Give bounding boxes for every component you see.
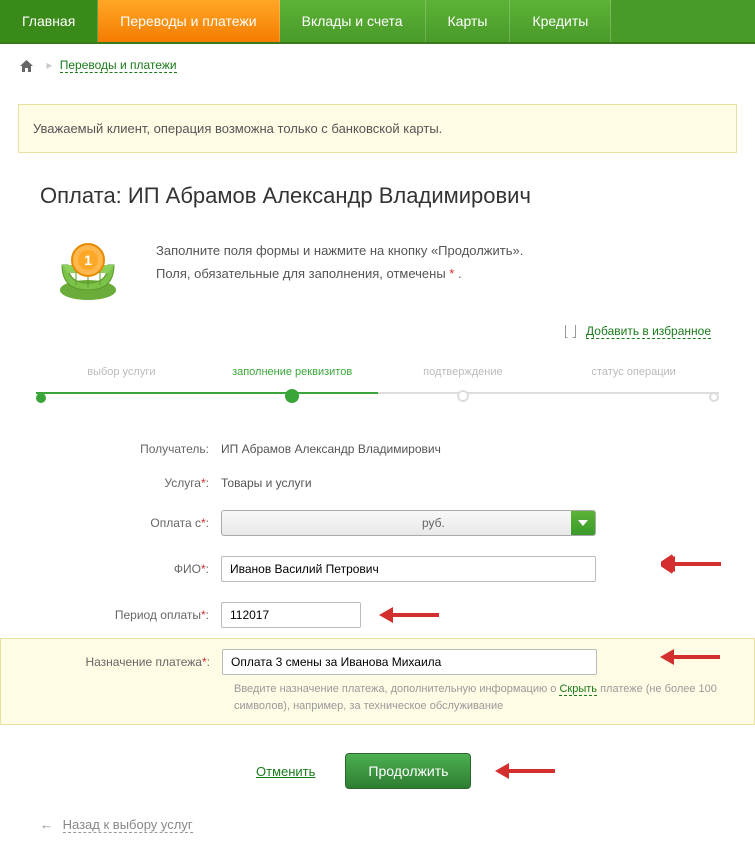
cancel-link[interactable]: Отменить (256, 764, 315, 779)
notice-banner: Уважаемый клиент, операция возможна толь… (18, 104, 737, 153)
step-4: статус операции (548, 366, 719, 396)
back-link[interactable]: Назад к выбору услуг (63, 817, 193, 833)
label-recipient: Получатель: (36, 442, 221, 456)
row-service: Услуга*: Товары и услуги (36, 466, 719, 500)
form-actions: Отменить Продолжить (36, 725, 719, 811)
continue-button[interactable]: Продолжить (345, 753, 471, 789)
page-title: Оплата: ИП Абрамов Александр Владимирови… (0, 177, 755, 235)
period-input[interactable] (221, 602, 361, 628)
cart-icon: 1 (48, 235, 128, 305)
bookmark-icon (565, 325, 576, 338)
payment-form: Получатель: ИП Абрамов Александр Владими… (0, 432, 755, 811)
intro-block: 1 Заполните поля формы и нажмите на кноп… (0, 235, 755, 305)
fio-input[interactable] (221, 556, 596, 582)
step-1: выбор услуги (36, 366, 207, 396)
nav-transfers[interactable]: Переводы и платежи (98, 0, 279, 42)
favorite-row: Добавить в избранное (0, 323, 755, 352)
stepper: выбор услуги заполнение реквизитов подтв… (36, 366, 719, 402)
top-nav: Главная Переводы и платежи Вклады и счет… (0, 0, 755, 44)
row-period: Период оплаты*: (36, 592, 719, 638)
label-purpose: Назначение платежа*: (37, 655, 222, 669)
arrow-pointer-icon (661, 554, 721, 574)
dropdown-toggle-icon[interactable] (571, 511, 595, 535)
step-3: подтверждение (378, 366, 549, 396)
home-icon[interactable] (20, 60, 33, 72)
back-row: ← Назад к выбору услуг (0, 811, 755, 852)
nav-cards[interactable]: Карты (426, 0, 511, 42)
add-favorite-link[interactable]: Добавить в избранное (586, 324, 711, 339)
row-fio: ФИО*: (36, 546, 719, 592)
value-recipient: ИП Абрамов Александр Владимирович (221, 442, 719, 456)
payfrom-dropdown[interactable]: руб. (221, 510, 596, 536)
row-recipient: Получатель: ИП Абрамов Александр Владими… (36, 432, 719, 466)
purpose-hint: Введите назначение платежа, дополнительн… (37, 681, 718, 714)
breadcrumb: ▸ Переводы и платежи (0, 44, 755, 86)
label-payfrom: Оплата с*: (36, 516, 221, 530)
intro-line1: Заполните поля формы и нажмите на кнопку… (156, 239, 523, 262)
intro-line2: Поля, обязательные для заполнения, отмеч… (156, 262, 523, 285)
row-purpose: Назначение платежа*: Введите назначение … (0, 638, 755, 725)
intro-text: Заполните поля формы и нажмите на кнопку… (156, 235, 523, 305)
label-period: Период оплаты*: (36, 608, 221, 622)
nav-deposits[interactable]: Вклады и счета (280, 0, 426, 42)
back-arrow-icon: ← (40, 817, 53, 832)
nav-home[interactable]: Главная (0, 0, 98, 42)
hide-hint-link[interactable]: Скрыть (559, 683, 597, 696)
arrow-pointer-icon (379, 605, 439, 625)
breadcrumb-link[interactable]: Переводы и платежи (60, 58, 177, 73)
arrow-pointer-icon (495, 761, 555, 781)
row-payfrom: Оплата с*: руб. (36, 500, 719, 546)
label-fio: ФИО*: (36, 562, 221, 576)
nav-credits[interactable]: Кредиты (510, 0, 611, 42)
svg-text:1: 1 (84, 252, 92, 268)
arrow-pointer-icon (660, 647, 720, 667)
step-2: заполнение реквизитов (207, 366, 378, 396)
value-service: Товары и услуги (221, 476, 719, 490)
purpose-input[interactable] (222, 649, 597, 675)
breadcrumb-separator: ▸ (46, 58, 52, 72)
label-service: Услуга*: (36, 476, 221, 490)
payfrom-currency: руб. (422, 516, 445, 530)
